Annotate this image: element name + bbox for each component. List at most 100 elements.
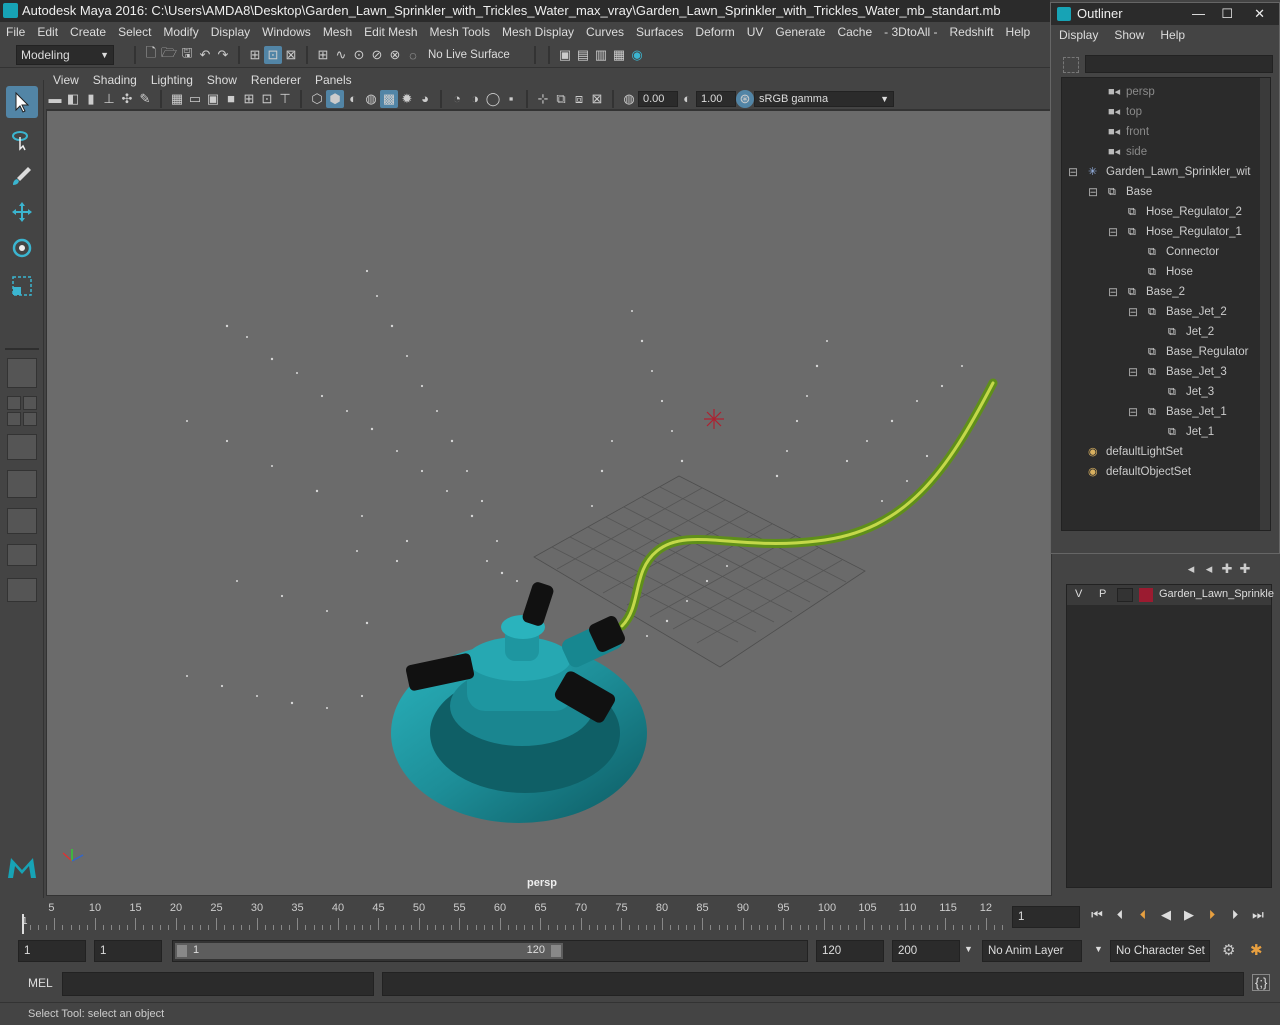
menu-create[interactable]: Create — [64, 25, 112, 39]
menu-edit-mesh[interactable]: Edit Mesh — [358, 25, 423, 39]
use-lights-icon[interactable]: ▩ — [380, 89, 398, 108]
live-surface-field[interactable]: No Live Surface — [428, 49, 528, 61]
snap-point-icon[interactable]: ⊙ — [350, 46, 368, 64]
filter-icon[interactable] — [1063, 57, 1079, 73]
command-language-label[interactable]: MEL — [28, 976, 53, 990]
collapse-toggle-icon[interactable]: ⊟ — [1068, 162, 1078, 182]
render-settings-icon[interactable]: ▦ — [610, 46, 628, 64]
safe-title-icon[interactable]: ⊤ — [276, 90, 294, 108]
snap-grid-icon[interactable]: ⊞ — [314, 46, 332, 64]
snap-surface-icon[interactable]: ⊗ — [386, 46, 404, 64]
outliner-row[interactable]: ⧉ Hose — [1148, 262, 1193, 282]
snap-curve-icon[interactable]: ∿ — [332, 46, 350, 64]
image-plane-icon[interactable]: ⊥ — [100, 90, 118, 108]
play-forward-icon[interactable]: ▶ — [1180, 906, 1198, 924]
new-layer-icon[interactable]: ✚ — [1218, 560, 1236, 578]
anti-alias-icon[interactable]: ◑ — [466, 90, 484, 108]
outliner-row[interactable]: ◉ defaultObjectSet — [1088, 462, 1191, 482]
outliner-row[interactable]: ⊟ ⧉ Hose_Regulator_1 — [1108, 222, 1242, 242]
outliner-layout-icon[interactable] — [7, 434, 37, 460]
textured-icon[interactable]: ◍ — [362, 90, 380, 108]
menu-modify[interactable]: Modify — [157, 25, 204, 39]
scale-tool[interactable] — [6, 270, 38, 302]
hypershade-layout-icon[interactable] — [7, 544, 37, 566]
outliner-row[interactable]: ■◂ side — [1108, 142, 1147, 162]
graph-layout-icon[interactable] — [7, 470, 37, 498]
outliner-search-input[interactable] — [1085, 55, 1273, 73]
play-backward-icon[interactable]: ◀ — [1157, 906, 1175, 924]
collapse-toggle-icon[interactable]: ⊟ — [1128, 302, 1138, 322]
rotate-tool[interactable] — [6, 232, 38, 264]
menu-generate[interactable]: Generate — [769, 25, 831, 39]
redo-icon[interactable]: ↷ — [214, 46, 232, 64]
paint-select-tool[interactable] — [6, 160, 38, 192]
menu-redshift[interactable]: Redshift — [944, 25, 1000, 39]
step-back-frame-icon[interactable]: ⏴ — [1134, 906, 1152, 924]
bookmark-icon[interactable]: ▮ — [82, 90, 100, 108]
grid-icon[interactable]: ▦ — [168, 90, 186, 108]
outliner-row[interactable]: ■◂ top — [1108, 102, 1142, 122]
viewport-menu-lighting[interactable]: Lighting — [144, 73, 200, 87]
color-space-dropdown[interactable]: sRGB gamma ▼ — [754, 90, 894, 107]
range-slider-left-grip[interactable] — [177, 945, 187, 957]
current-frame-field[interactable]: 1 — [1012, 906, 1080, 928]
menu-windows[interactable]: Windows — [256, 25, 317, 39]
layer-visibility-toggle[interactable]: V — [1075, 588, 1082, 600]
new-layer-selected-icon[interactable]: ✚ — [1236, 560, 1254, 578]
select-component-icon[interactable]: ⊠ — [282, 46, 300, 64]
four-view-layout-icon[interactable] — [23, 396, 37, 410]
hypershade-icon[interactable]: ◉ — [628, 46, 646, 64]
viewport-menu-shading[interactable]: Shading — [86, 73, 144, 87]
chevron-down-icon[interactable]: ▼ — [964, 944, 973, 954]
resolution-gate-icon[interactable]: ▣ — [204, 90, 222, 108]
xray-joints-icon[interactable]: ⧉ — [552, 90, 570, 108]
outliner-row[interactable]: ■◂ front — [1108, 122, 1149, 142]
menu-edit[interactable]: Edit — [31, 25, 64, 39]
gamma-field[interactable]: 1.00 — [696, 90, 736, 107]
wireframe-on-shaded-icon[interactable]: ◐ — [344, 90, 362, 108]
undo-icon[interactable]: ↶ — [196, 46, 214, 64]
collapse-toggle-icon[interactable]: ⊟ — [1128, 402, 1138, 422]
outliner-menu-display[interactable]: Display — [1051, 28, 1106, 42]
exposure-field[interactable]: 0.00 — [638, 90, 678, 107]
outliner-row[interactable]: ■◂ persp — [1108, 82, 1155, 102]
layer-color-swatch[interactable] — [1139, 588, 1153, 602]
camera-select-icon[interactable]: ▬ — [46, 90, 64, 108]
layer-name[interactable]: Garden_Lawn_Sprinkle — [1159, 588, 1274, 600]
four-view-layout-icon[interactable] — [7, 412, 21, 426]
minimize-icon[interactable]: — — [1192, 3, 1205, 25]
collapse-toggle-icon[interactable]: ⊟ — [1088, 182, 1098, 202]
select-object-icon[interactable]: ⊡ — [264, 46, 282, 64]
new-scene-icon[interactable]: 🗋 — [142, 45, 160, 64]
animation-end-field[interactable]: 200 — [892, 940, 960, 962]
outliner-menu-show[interactable]: Show — [1106, 28, 1152, 42]
layer-playback-toggle[interactable]: P — [1099, 588, 1106, 600]
xray-active-icon[interactable]: ⧈ — [570, 90, 588, 108]
save-scene-icon[interactable]: 🖫 — [178, 45, 196, 64]
menu-deform[interactable]: Deform — [689, 25, 740, 39]
range-slider-handle[interactable]: 1 120 — [175, 943, 563, 959]
menu-mesh-tools[interactable]: Mesh Tools — [424, 25, 496, 39]
select-tool[interactable] — [6, 86, 38, 118]
shadows-icon[interactable]: ✹ — [398, 90, 416, 108]
menu-help[interactable]: Help — [1000, 25, 1037, 39]
open-scene-icon[interactable]: 🗁 — [160, 45, 178, 64]
close-icon[interactable]: ✕ — [1254, 3, 1265, 25]
range-slider[interactable]: 1 120 — [172, 940, 808, 962]
ipr-render-icon[interactable]: ▥ — [592, 46, 610, 64]
xray-icon[interactable]: ⊹ — [534, 90, 552, 108]
chevron-down-icon[interactable]: ▼ — [1094, 944, 1103, 954]
gate-mask-icon[interactable]: ■ — [222, 90, 240, 108]
time-slider[interactable]: 5 10 15 20 25 30 35 40 45 50 55 60 65 70 75 80 85 90 95 100… — [0, 898, 1280, 938]
render-view-icon[interactable]: ▣ — [556, 46, 574, 64]
layer-type-toggle[interactable] — [1117, 588, 1133, 602]
outliner-row[interactable]: ◉ defaultLightSet — [1088, 442, 1183, 462]
lasso-tool[interactable] — [6, 124, 38, 156]
playback-start-field[interactable]: 1 — [94, 940, 162, 962]
menu-3dtoall[interactable]: - 3DtoAll - — [878, 25, 943, 39]
move-layer-up-icon[interactable]: ◂ — [1182, 560, 1200, 578]
grease-pencil-icon[interactable]: ✎ — [136, 90, 154, 108]
step-back-key-icon[interactable]: ⏴ — [1111, 906, 1129, 924]
render-frame-icon[interactable]: ▤ — [574, 46, 592, 64]
motion-blur-icon[interactable]: ◔ — [448, 90, 466, 108]
